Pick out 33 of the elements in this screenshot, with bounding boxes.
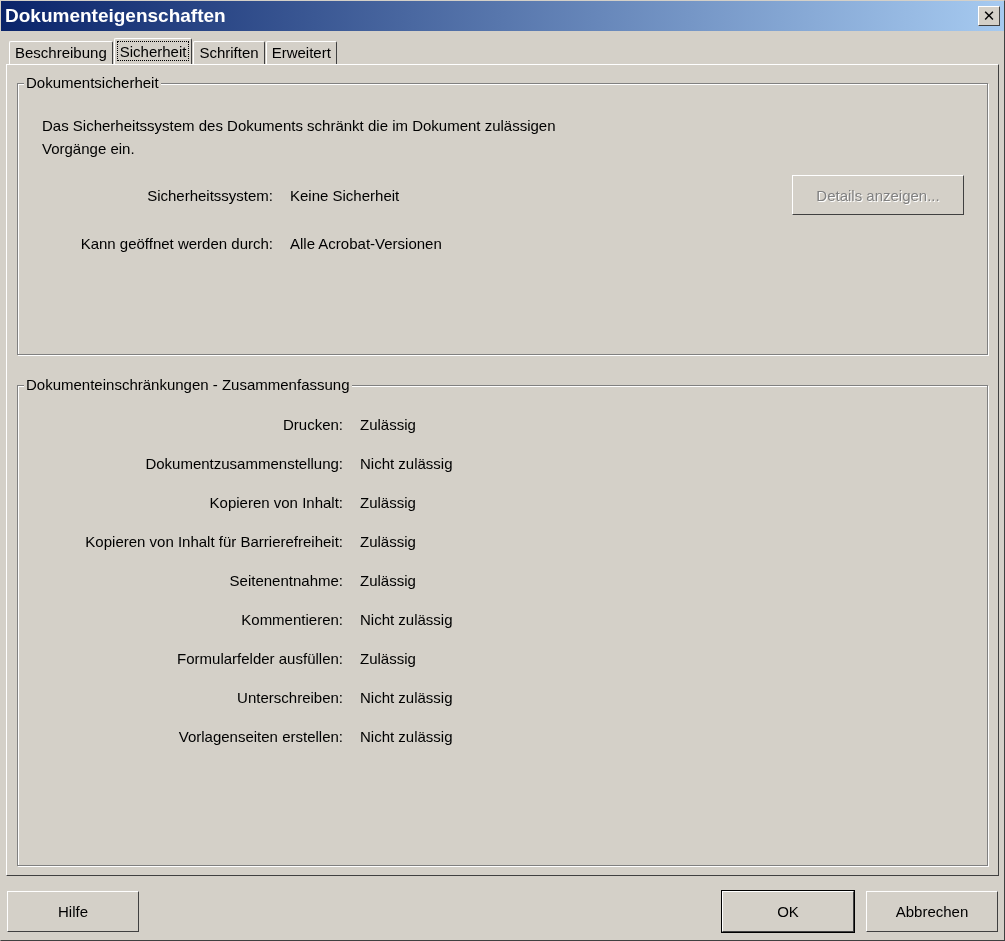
field-label: Kommentieren: — [240, 610, 343, 630]
field-value: Zulässig — [360, 571, 417, 591]
field-label: Sicherheitssystem: — [146, 186, 273, 204]
field-label: Kopieren von Inhalt für Barrierefreiheit: — [84, 532, 343, 552]
field-label: Dokumentzusammenstellung: — [144, 454, 343, 474]
field-value: Zulässig — [360, 532, 417, 552]
field-label: Kann geöffnet werden durch: — [79, 234, 273, 252]
field-label: Unterschreiben: — [236, 688, 343, 708]
field-label: Formularfelder ausfüllen: — [176, 649, 343, 669]
field-label: Drucken: — [281, 415, 343, 435]
description-text: Das Sicherheitssystem des Dokuments schränkt die im Dokument zulässigen Vorgänge ein. — [42, 116, 557, 159]
dialog-button[interactable]: OK — [722, 891, 854, 932]
field-value: Nicht zulässig — [360, 727, 454, 747]
field-value: Zulässig — [360, 415, 417, 435]
field-value: Keine Sicherheit — [290, 186, 401, 204]
group-title: Dokumenteinschränkungen - Zusammenfassung — [24, 376, 352, 394]
field-label: Vorlagenseiten erstellen: — [177, 727, 343, 747]
field-value: Zulässig — [360, 493, 417, 513]
tab[interactable]: Erweitert — [265, 41, 337, 64]
field-value: Nicht zulässig — [360, 454, 454, 474]
field-label: Kopieren von Inhalt: — [208, 493, 343, 513]
field-value: Alle Acrobat-Versionen — [290, 234, 443, 252]
close-button[interactable]: ✕ — [978, 6, 1000, 26]
tab[interactable]: Schriften — [193, 41, 265, 64]
field-value: Nicht zulässig — [360, 688, 454, 708]
field-value: Zulässig — [360, 649, 417, 669]
tab[interactable]: Sicherheit — [113, 38, 193, 64]
field-value: Nicht zulässig — [360, 610, 454, 630]
tab[interactable]: Beschreibung — [9, 41, 113, 64]
window-title: Dokumenteigenschaften — [5, 5, 226, 27]
dialog-button[interactable]: Abbrechen — [866, 891, 998, 932]
field-label: Seitenentnahme: — [228, 571, 343, 591]
dialog-button[interactable]: Hilfe — [7, 891, 139, 932]
